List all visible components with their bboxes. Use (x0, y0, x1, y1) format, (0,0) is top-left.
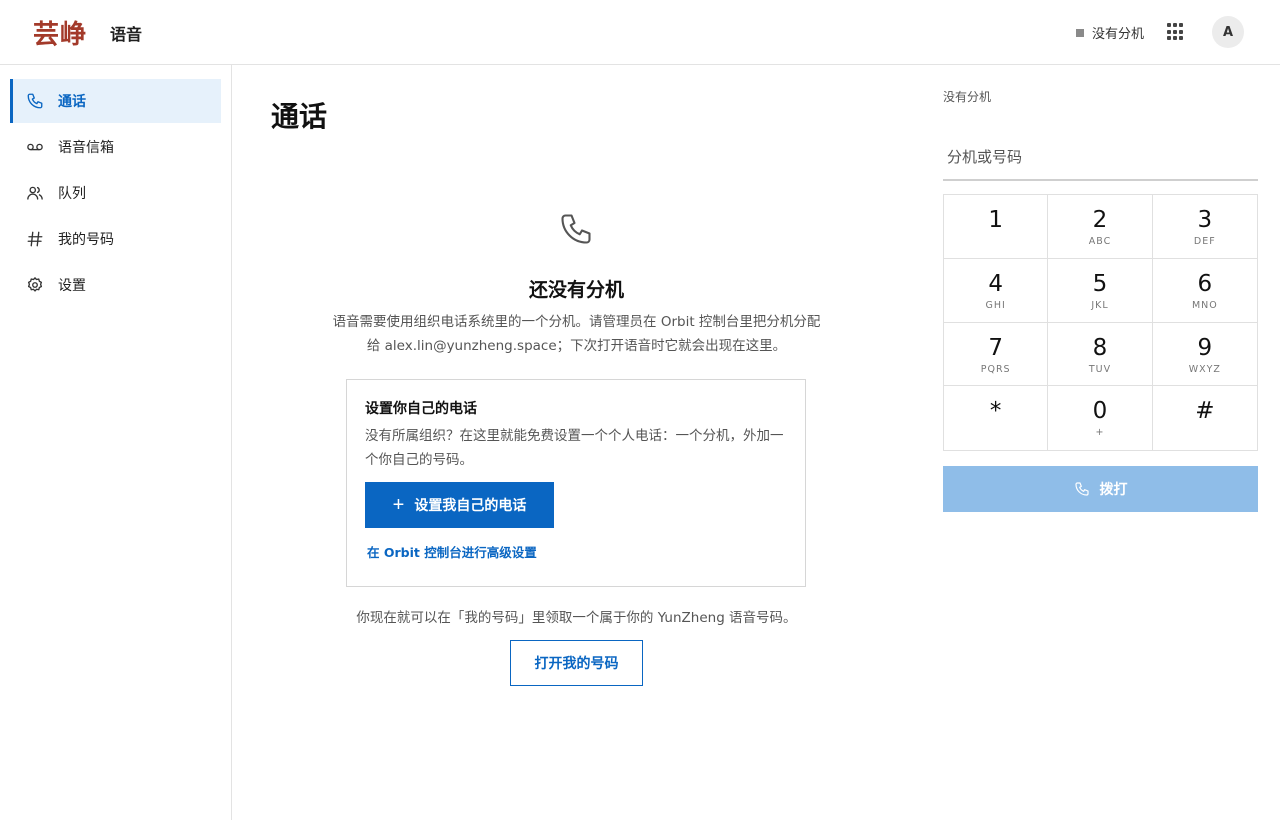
people-icon (26, 184, 44, 202)
voicemail-icon (26, 138, 44, 156)
sidebar-item-label: 队列 (58, 186, 86, 202)
phone-icon (561, 214, 591, 244)
dial-number-input[interactable] (943, 135, 1258, 181)
sidebar-item-label: 通话 (58, 94, 86, 110)
keypad-key-7[interactable]: 7 PQRS (944, 322, 1049, 387)
open-my-numbers-button[interactable]: 打开我的号码 (510, 640, 643, 686)
card-description: 没有所属组织？在这里就能免费设置一个个人电话：一个分机，外加一个你自己的号码。 (365, 428, 784, 468)
sidebar-item-label: 语音信箱 (58, 140, 114, 156)
keypad-key-5[interactable]: 5 JKL (1048, 258, 1153, 323)
keypad-key-9[interactable]: 9 WXYZ (1152, 323, 1257, 387)
sidebar-item-settings[interactable]: 设置 (10, 263, 221, 307)
status-dot-icon (1076, 28, 1084, 37)
personal-phone-card: 设置你自己的电话 没有所属组织？在这里就能免费设置一个个人电话：一个分机，外加一… (346, 379, 806, 587)
sidebar-item-calls[interactable]: 通话 (10, 79, 221, 123)
dialer-panel: 没有分机 1 2ABC 3DEF 4GHI 5JKL 6MNO 7PQRS 8T… (921, 65, 1280, 820)
keypad-key-star[interactable]: * (944, 386, 1049, 450)
sidebar-item-voicemail[interactable]: 语音信箱 (10, 125, 221, 169)
page-title: 通话 (271, 100, 328, 133)
sidebar-item-label: 我的号码 (58, 232, 114, 248)
setup-personal-phone-button[interactable]: + 设置我自己的电话 (365, 482, 554, 528)
keypad-key-6[interactable]: 6 MNO (1152, 259, 1257, 323)
avatar[interactable]: A (1212, 16, 1244, 48)
advanced-settings-link[interactable]: 在 Orbit 控制台进行高级设置 (367, 542, 787, 561)
card-title: 设置你自己的电话 (365, 401, 477, 417)
empty-state-title: 还没有分机 (528, 279, 624, 301)
brand-logo[interactable]: 芸峥 (33, 14, 87, 51)
keypad-key-8[interactable]: 8 TUV (1048, 322, 1153, 387)
keypad-key-0[interactable]: 0 + (1048, 386, 1153, 450)
main-content: 通话 还没有分机 语音需要使用组织电话系统里的一个分机。请管理员在 Orbit … (232, 65, 921, 820)
app-grid-icon[interactable] (1167, 23, 1185, 41)
phone-icon (1074, 482, 1089, 496)
keypad-key-hash[interactable]: # (1153, 386, 1257, 450)
keypad-key-2[interactable]: 2 ABC (1048, 195, 1153, 259)
keypad-key-3[interactable]: 3 DEF (1152, 195, 1257, 259)
top-header: 芸峥 语音 没有分机 A (0, 0, 1280, 65)
sidebar-item-label: 设置 (58, 278, 86, 294)
empty-state-description: 语音需要使用组织电话系统里的一个分机。请管理员在 Orbit 控制台里把分机分配… (332, 314, 821, 354)
call-button-label: 拨打 (1099, 481, 1128, 497)
keypad-key-4[interactable]: 4 GHI (944, 258, 1049, 323)
my-numbers-hint: 你现在就可以在「我的号码」里领取一个属于你的 YunZheng 语音号码。 (356, 610, 797, 626)
dialer-extension-label: 没有分机 (943, 90, 992, 104)
call-button[interactable]: 拨打 (943, 466, 1258, 512)
extension-status-label: 没有分机 (1092, 27, 1145, 42)
sidebar: 通话 语音信箱 队列 我的号码 设置 (0, 65, 232, 820)
hash-icon (26, 230, 44, 248)
app-title: 语音 (110, 25, 143, 44)
sidebar-item-queues[interactable]: 队列 (10, 171, 221, 215)
button-label: 设置我自己的电话 (414, 497, 527, 513)
keypad-key-1[interactable]: 1 (944, 195, 1049, 259)
keypad: 1 2 ABC 3 DEF 4 GHI 5 JKL 6 MNO 7 PQRS 8 TUV 9W… (943, 194, 1258, 451)
sidebar-item-my-numbers[interactable]: 我的号码 (10, 217, 221, 261)
phone-icon (26, 92, 44, 110)
plus-icon: + (392, 494, 405, 516)
gear-icon (26, 276, 44, 294)
extension-status: 没有分机 (1076, 23, 1144, 42)
